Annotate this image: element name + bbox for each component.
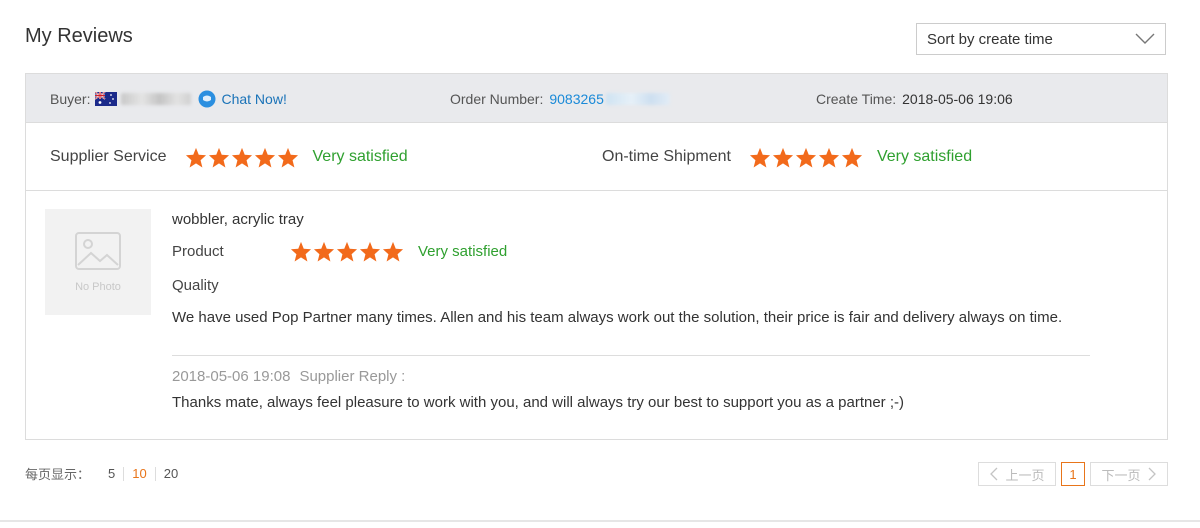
reply-time: 2018-05-06 19:08 bbox=[172, 368, 291, 385]
sort-dropdown[interactable]: Sort by create time bbox=[916, 23, 1166, 55]
rating-text: Very satisfied bbox=[876, 148, 973, 165]
sort-dropdown-label: Sort by create time bbox=[927, 30, 1053, 48]
star-icon bbox=[749, 147, 770, 168]
star-icon bbox=[290, 241, 312, 262]
on-time-shipment-rating: On-time Shipment Very satisfied bbox=[602, 123, 972, 191]
order-number-info: Order Number: 9083265 bbox=[450, 74, 670, 123]
page-title: My Reviews bbox=[25, 25, 133, 47]
star-rating bbox=[290, 241, 404, 262]
rating-label: Supplier Service bbox=[50, 148, 167, 165]
page-size-option-active[interactable]: 10 bbox=[124, 466, 156, 481]
page-number-current[interactable]: 1 bbox=[1061, 462, 1085, 486]
no-photo-text: No Photo bbox=[75, 281, 121, 293]
star-icon bbox=[772, 147, 793, 168]
star-icon bbox=[359, 241, 381, 262]
image-placeholder-icon bbox=[75, 232, 121, 270]
rating-text: Very satisfied bbox=[418, 243, 508, 260]
review-header: Buyer: Chat Now! Order Number: 9083265 C… bbox=[26, 74, 1167, 123]
prev-page-label: 上一页 bbox=[1005, 467, 1045, 483]
bottom-divider bbox=[0, 520, 1200, 522]
order-number-label: Order Number: bbox=[450, 90, 544, 107]
review-comment: We have used Pop Partner many times. All… bbox=[172, 309, 1063, 326]
star-icon bbox=[185, 147, 206, 168]
chevron-down-icon bbox=[1135, 33, 1155, 44]
per-page-label: 每页显示： bbox=[25, 467, 91, 482]
star-icon bbox=[382, 241, 404, 262]
star-icon bbox=[841, 147, 862, 168]
chat-icon[interactable] bbox=[198, 90, 216, 108]
star-rating bbox=[185, 147, 299, 168]
quality-label: Quality bbox=[172, 277, 219, 294]
australia-flag-icon bbox=[95, 91, 118, 106]
star-icon bbox=[254, 147, 275, 168]
product-photo-placeholder: No Photo bbox=[45, 209, 151, 315]
star-icon bbox=[313, 241, 335, 262]
review-body: No Photo wobbler, acrylic tray Product V… bbox=[26, 191, 1167, 439]
create-time-label: Create Time: bbox=[816, 90, 897, 107]
divider bbox=[172, 355, 1090, 356]
order-number-link[interactable]: 9083265 bbox=[549, 91, 604, 107]
product-name: wobbler, acrylic tray bbox=[172, 211, 304, 228]
supplier-reply-text: Thanks mate, always feel pleasure to wor… bbox=[172, 394, 904, 411]
next-page-label: 下一页 bbox=[1101, 467, 1141, 483]
create-time-info: Create Time: 2018-05-06 19:06 bbox=[816, 74, 1013, 123]
chevron-left-icon bbox=[990, 467, 998, 481]
star-rating bbox=[749, 147, 863, 168]
ratings-row: Supplier Service Very satisfied On-time … bbox=[26, 123, 1167, 191]
buyer-info: Buyer: Chat Now! bbox=[50, 74, 287, 123]
star-icon bbox=[231, 147, 252, 168]
create-time-value: 2018-05-06 19:06 bbox=[902, 90, 1013, 107]
next-page-button[interactable]: 下一页 bbox=[1090, 462, 1168, 486]
order-number-redacted bbox=[605, 92, 670, 105]
reply-label: Supplier Reply : bbox=[299, 368, 406, 385]
star-icon bbox=[795, 147, 816, 168]
rating-text: Very satisfied bbox=[312, 148, 408, 165]
buyer-label: Buyer: bbox=[50, 90, 91, 107]
supplier-reply-meta: 2018-05-06 19:08 Supplier Reply : bbox=[172, 368, 405, 385]
prev-page-button[interactable]: 上一页 bbox=[978, 462, 1056, 486]
chat-now-link[interactable]: Chat Now! bbox=[221, 91, 286, 107]
star-icon bbox=[277, 147, 298, 168]
star-icon bbox=[818, 147, 839, 168]
page-size-option[interactable]: 20 bbox=[156, 466, 186, 481]
page-size-selector: 每页显示： 5 10 20 bbox=[25, 464, 186, 483]
product-rating: Product Very satisfied bbox=[172, 241, 507, 262]
supplier-service-rating: Supplier Service Very satisfied bbox=[50, 123, 408, 191]
product-label: Product bbox=[172, 243, 224, 260]
star-icon bbox=[336, 241, 358, 262]
chevron-right-icon bbox=[1148, 467, 1156, 481]
rating-label: On-time Shipment bbox=[602, 148, 731, 165]
buyer-name-redacted bbox=[121, 92, 192, 105]
star-icon bbox=[208, 147, 229, 168]
page-size-option[interactable]: 5 bbox=[100, 466, 125, 481]
review-card: Buyer: Chat Now! Order Number: 9083265 C… bbox=[25, 73, 1168, 440]
